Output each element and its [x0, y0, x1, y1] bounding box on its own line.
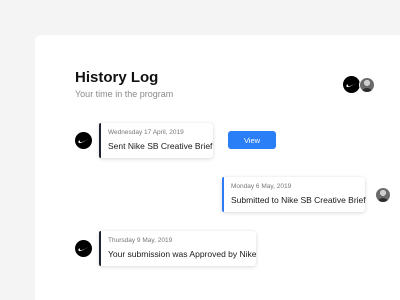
history-entry-card: Thursday 9 May, 2019 Your submission was…: [99, 231, 257, 266]
entry-date: Thursday 9 May, 2019: [108, 237, 173, 244]
entry-date: Monday 6 May, 2019: [231, 183, 292, 190]
nike-logo-avatar: [75, 132, 92, 149]
page-title: History Log: [75, 69, 159, 86]
view-button[interactable]: View: [228, 131, 276, 149]
entry-text: Your submission was Approved by Nike: [108, 249, 257, 259]
entry-text: Sent Nike SB Creative Brief: [108, 141, 213, 151]
nike-swoosh-icon: [78, 246, 89, 251]
page-subtitle: Your time in the program: [75, 89, 174, 99]
entry-date: Wednesday 17 April, 2019: [108, 129, 184, 136]
history-entry-card: Wednesday 17 April, 2019 Sent Nike SB Cr…: [99, 123, 213, 158]
nike-logo-avatar: [75, 240, 92, 257]
user-avatar: [375, 187, 391, 203]
user-avatar[interactable]: [359, 77, 375, 93]
nike-swoosh-icon: [346, 82, 357, 87]
nike-swoosh-icon: [78, 138, 89, 143]
nike-logo-avatar: [343, 76, 360, 93]
history-entry-card: Monday 6 May, 2019 Submitted to Nike SB …: [222, 177, 366, 212]
entry-text: Submitted to Nike SB Creative Brief: [231, 195, 366, 205]
